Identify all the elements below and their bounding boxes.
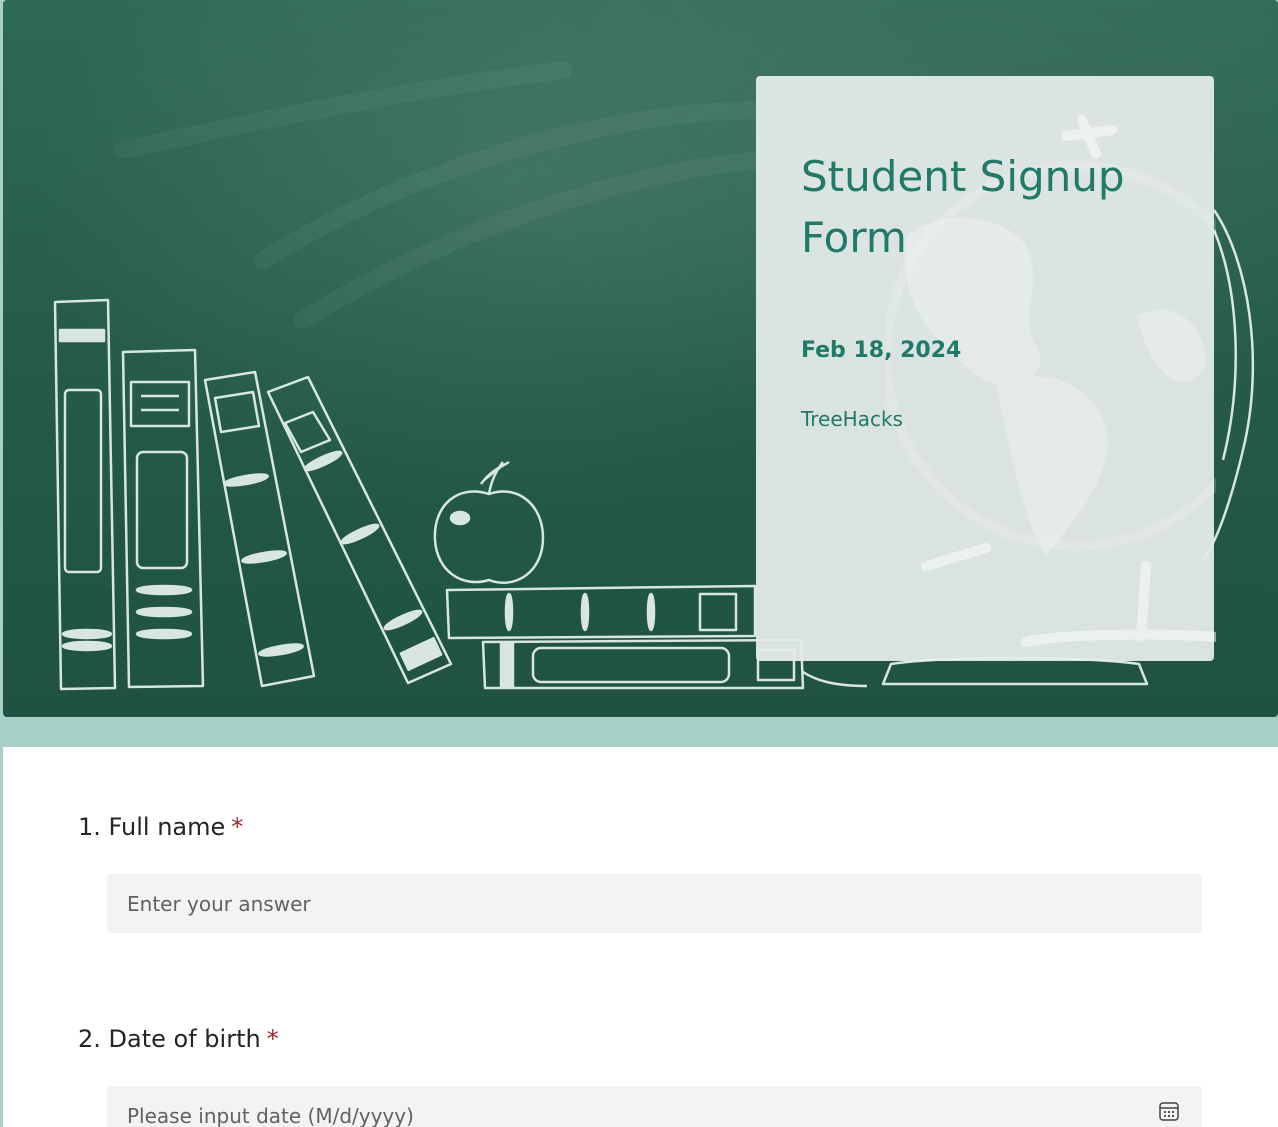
form-date: Feb 18, 2024: [801, 338, 962, 363]
required-asterisk: *: [231, 813, 244, 841]
full-name-field[interactable]: [107, 874, 1202, 933]
title-card: Student Signup Form Feb 18, 2024 TreeHac…: [756, 76, 1216, 661]
header-banner: Student Signup Form Feb 18, 2024 TreeHac…: [3, 0, 1278, 717]
question-title: 1. Full name *: [78, 813, 1203, 841]
date-of-birth-field[interactable]: [107, 1086, 1202, 1127]
form-page: Student Signup Form Feb 18, 2024 TreeHac…: [0, 0, 1278, 1127]
question-number: 1.: [78, 813, 101, 841]
date-of-birth-input[interactable]: [125, 1102, 1202, 1127]
required-asterisk: *: [266, 1025, 279, 1053]
form-title: Student Signup Form: [801, 152, 1125, 262]
form-body: 1. Full name* 2. Date of birth*: [3, 747, 1278, 1127]
calendar-icon[interactable]: [1158, 1100, 1180, 1122]
question-date-of-birth: 2. Date of birth *: [78, 1025, 1203, 1127]
question-full-name: 1. Full name *: [78, 813, 1203, 933]
question-label: Full name: [108, 813, 226, 841]
form-organizer: TreeHacks: [801, 407, 903, 431]
question-title: 2. Date of birth *: [78, 1025, 1203, 1053]
question-number: 2.: [78, 1025, 101, 1053]
question-label: Date of birth: [108, 1025, 261, 1053]
full-name-input[interactable]: [125, 890, 1202, 917]
